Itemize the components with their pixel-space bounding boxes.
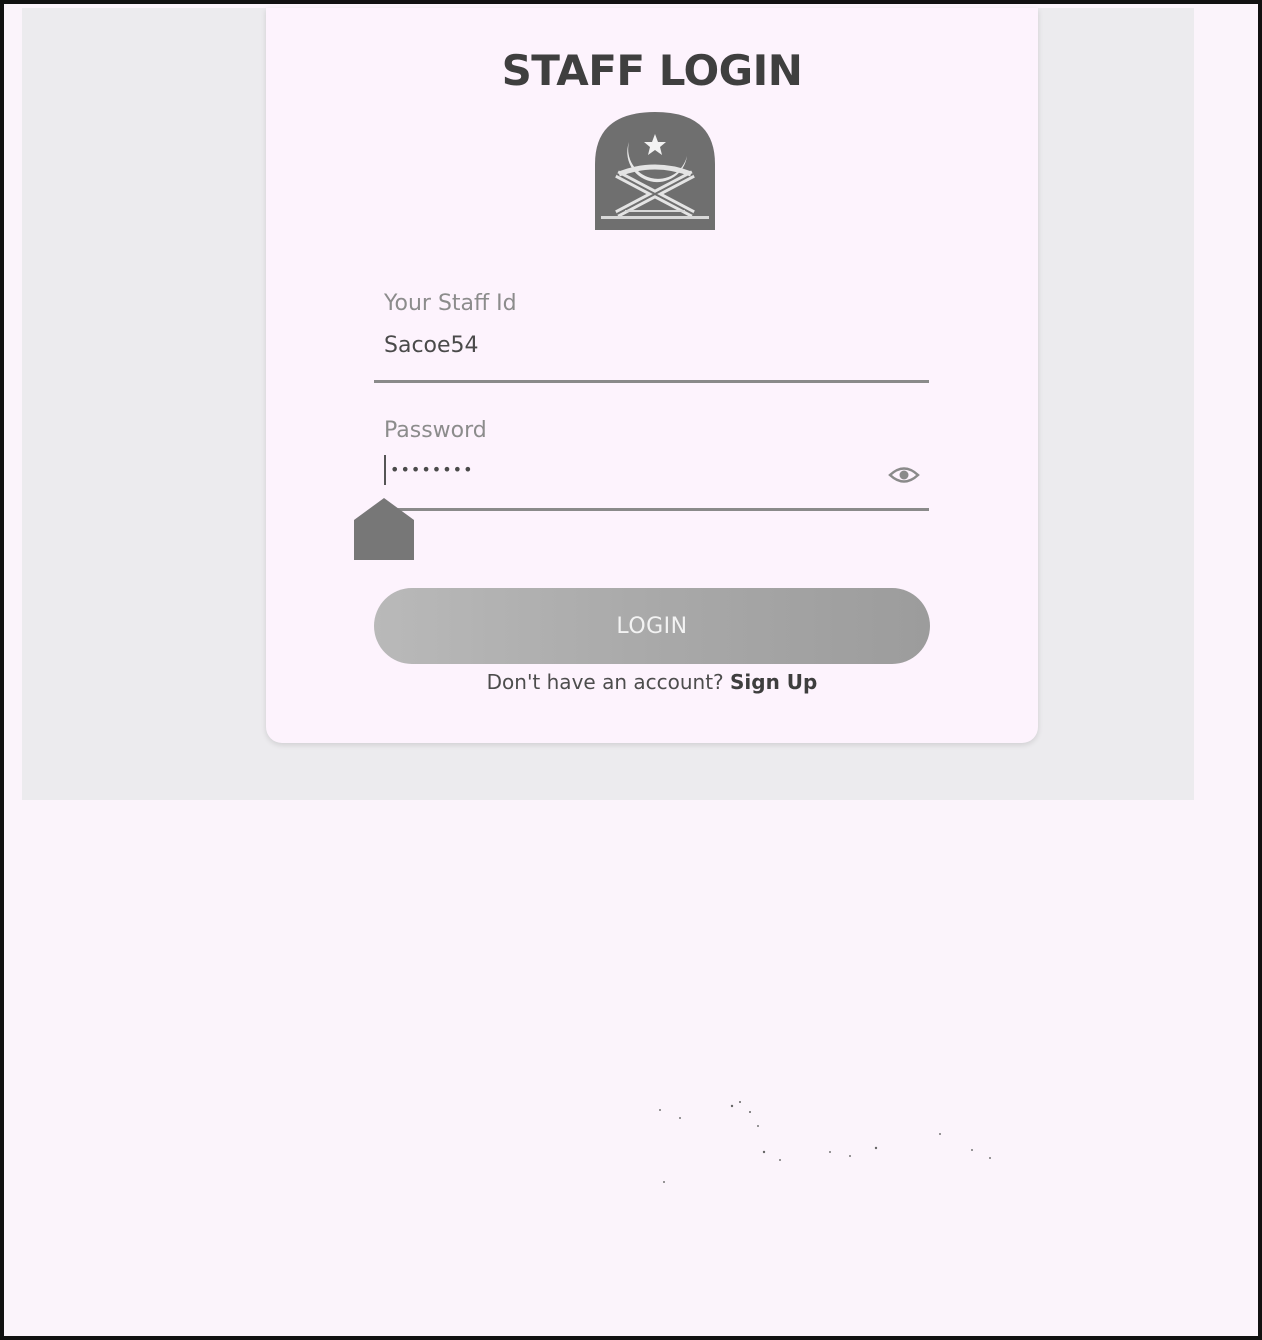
- password-label: Password: [384, 418, 487, 443]
- signup-prompt: Don't have an account?: [486, 670, 724, 694]
- password-input[interactable]: ••••••••: [390, 460, 474, 479]
- password-underline: [374, 508, 929, 511]
- login-card: STAFF LOGIN Your Staff Id Sacoe54 Passwo…: [266, 8, 1038, 743]
- emblem-logo-icon: [595, 112, 715, 230]
- text-cursor: [384, 455, 386, 485]
- page-title: STAFF LOGIN: [501, 46, 803, 95]
- staff-id-input[interactable]: Sacoe54: [384, 333, 479, 358]
- staff-id-underline: [374, 380, 929, 383]
- text-cursor-handle-icon[interactable]: [354, 498, 414, 560]
- signup-link[interactable]: Sign Up: [730, 670, 817, 694]
- eye-icon[interactable]: [888, 464, 920, 486]
- signup-row: Don't have an account? Sign Up: [266, 670, 1038, 694]
- staff-id-label: Your Staff Id: [384, 291, 517, 316]
- login-button[interactable]: LOGIN: [374, 588, 930, 664]
- scan-noise: [659, 1101, 991, 1183]
